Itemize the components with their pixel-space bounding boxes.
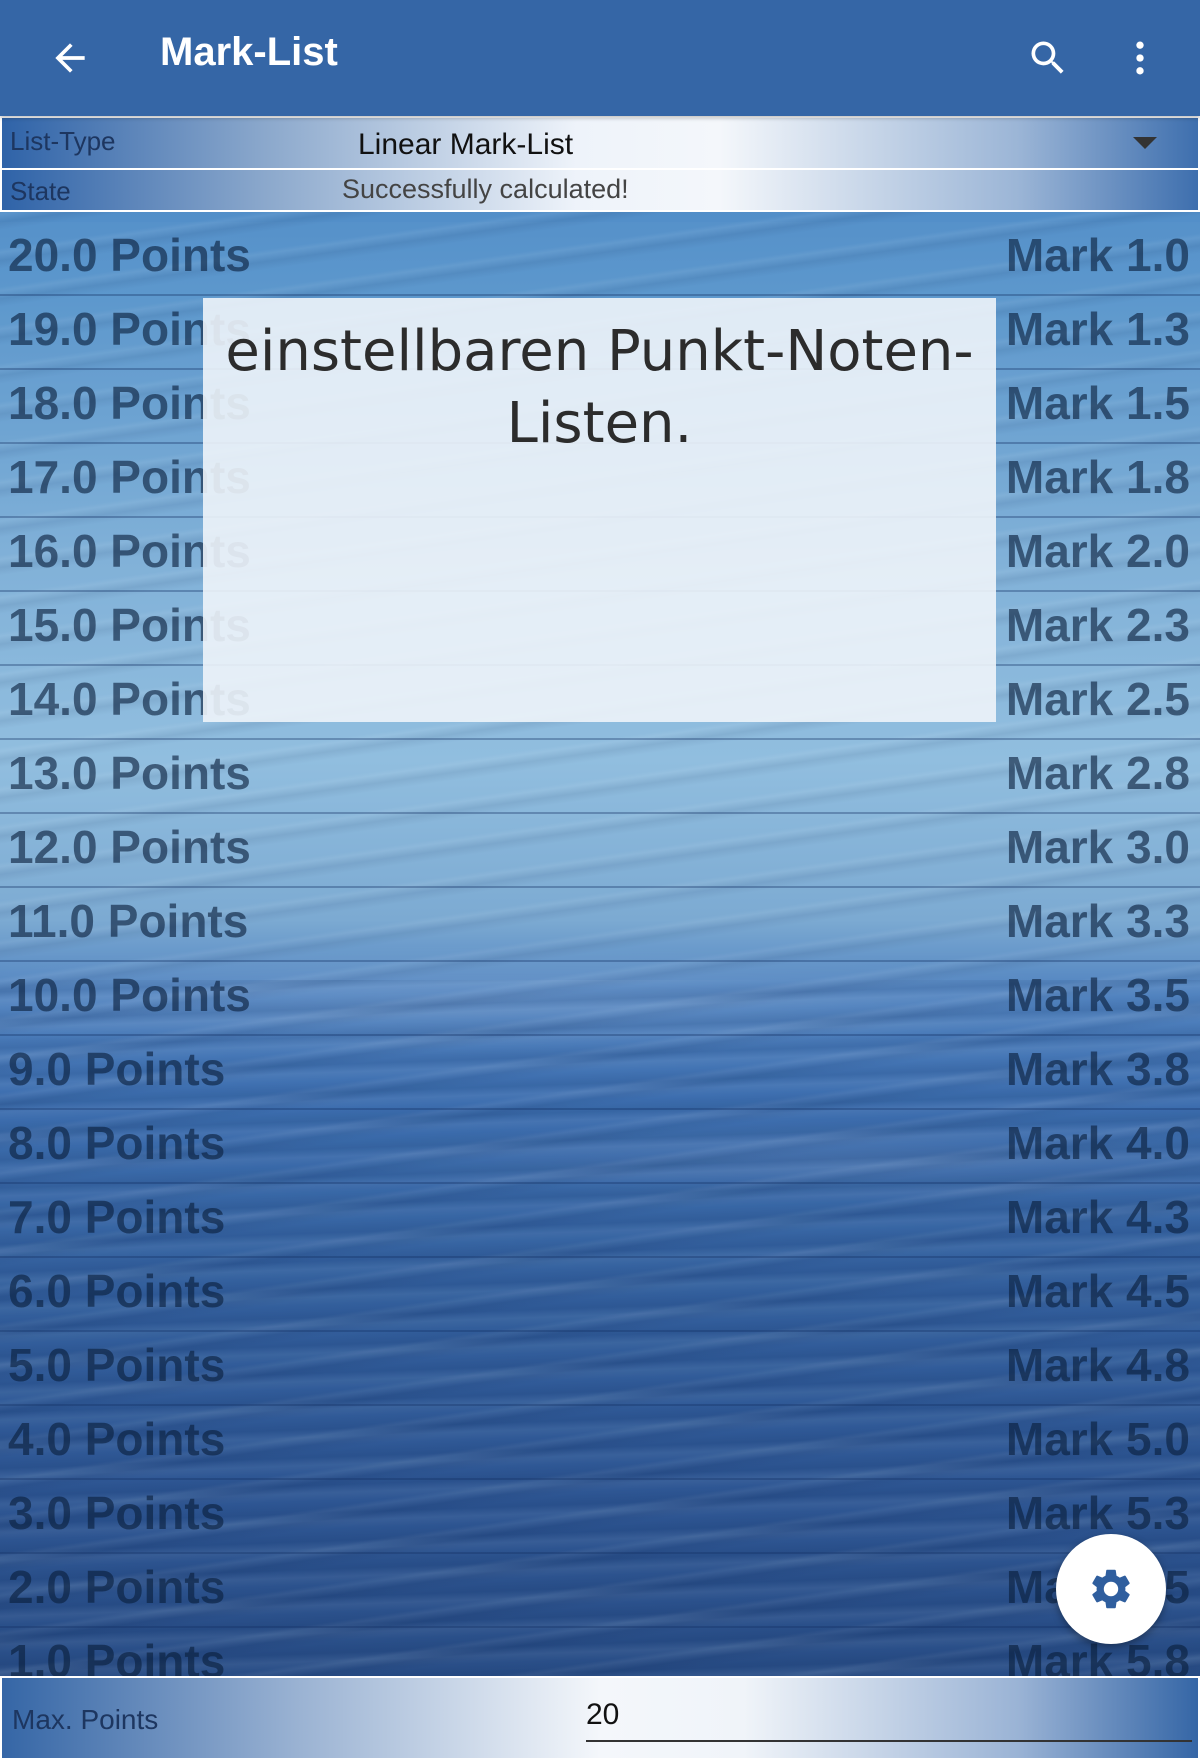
points-label: 5.0 Points xyxy=(8,1339,226,1391)
settings-fab[interactable] xyxy=(1056,1534,1166,1644)
mark-row[interactable]: 12.0 Points Mark 3.0 xyxy=(0,814,1200,888)
mark-row[interactable]: 4.0 Points Mark 5.0 xyxy=(0,1406,1200,1480)
page-title: Mark-List xyxy=(160,30,338,74)
mark-label: Mark 4.5 xyxy=(1005,1265,1190,1317)
max-points-input[interactable]: 20 xyxy=(586,1692,1192,1742)
overflow-menu-button[interactable] xyxy=(1104,22,1176,94)
mark-label: Mark 3.0 xyxy=(1005,821,1190,873)
mark-label: Mark 4.8 xyxy=(1005,1339,1190,1391)
points-label: 11.0 Points xyxy=(8,895,249,947)
mark-label: Mark 3.5 xyxy=(1005,969,1190,1021)
state-value: Successfully calculated! xyxy=(342,174,629,204)
footer-panel: Max. Points 20 xyxy=(0,1676,1200,1760)
points-label: 4.0 Points xyxy=(8,1413,226,1465)
points-label: 12.0 Points xyxy=(8,821,251,873)
info-overlay-text: einstellbaren Punkt-Noten-Listen. xyxy=(225,319,974,456)
dropdown-arrow-icon[interactable] xyxy=(1132,136,1158,150)
mark-label: Mark 2.5 xyxy=(1005,673,1190,725)
more-vert-icon xyxy=(1136,41,1144,75)
mark-row[interactable]: 8.0 Points Mark 4.0 xyxy=(0,1110,1200,1184)
mark-label: Mark 4.3 xyxy=(1005,1191,1190,1243)
app-bar: Mark-List xyxy=(0,0,1200,116)
mark-label: Mark 1.8 xyxy=(1005,451,1190,503)
mark-row[interactable]: 5.0 Points Mark 4.8 xyxy=(0,1332,1200,1406)
mark-label: Mark 2.8 xyxy=(1005,747,1190,799)
max-points-label: Max. Points xyxy=(12,1704,159,1735)
mark-label: Mark 2.0 xyxy=(1005,525,1190,577)
points-label: 3.0 Points xyxy=(8,1487,226,1539)
arrow-left-icon xyxy=(55,43,85,73)
points-label: 7.0 Points xyxy=(8,1191,226,1243)
mark-row[interactable]: 6.0 Points Mark 4.5 xyxy=(0,1258,1200,1332)
settings-panel: List-Type Linear Mark-List State Success… xyxy=(0,116,1200,212)
mark-row[interactable]: 3.0 Points Mark 5.3 xyxy=(0,1480,1200,1554)
points-label: 8.0 Points xyxy=(8,1117,226,1169)
mark-label: Mark 4.0 xyxy=(1005,1117,1190,1169)
mark-row[interactable]: 20.0 Points Mark 1.0 xyxy=(0,222,1200,296)
points-label: 9.0 Points xyxy=(8,1043,226,1095)
points-label: 10.0 Points xyxy=(8,969,251,1021)
mark-row[interactable]: 2.0 PointsMark 5.5 xyxy=(0,1554,1200,1628)
mark-label: Mark 5.0 xyxy=(1005,1413,1190,1465)
mark-label: Mark 3.3 xyxy=(1005,895,1190,947)
mark-row[interactable]: 9.0 Points Mark 3.8 xyxy=(0,1036,1200,1110)
search-icon xyxy=(1031,41,1064,74)
gear-icon xyxy=(1092,1569,1130,1609)
state-row: State Successfully calculated! xyxy=(2,170,1198,212)
search-button[interactable] xyxy=(1012,22,1084,94)
mark-row[interactable]: 7.0 Points Mark 4.3 xyxy=(0,1184,1200,1258)
back-button[interactable] xyxy=(34,22,106,94)
mark-label: Mark 1.0 xyxy=(1005,229,1190,281)
points-label: 2.0 Points xyxy=(8,1561,226,1613)
list-type-label: List-Type xyxy=(10,126,116,156)
mark-row[interactable]: 13.0 Points Mark 2.8 xyxy=(0,740,1200,814)
info-overlay: einstellbaren Punkt-Noten-Listen. xyxy=(203,298,996,722)
state-label: State xyxy=(10,176,71,206)
mark-label: Mark 1.3 xyxy=(1005,303,1190,355)
mark-label: Mark 3.8 xyxy=(1005,1043,1190,1095)
mark-row[interactable]: 10.0 Points Mark 3.5 xyxy=(0,962,1200,1036)
mark-label: Mark 2.3 xyxy=(1005,599,1190,651)
mark-label: Mark 5.3 xyxy=(1005,1487,1190,1539)
list-type-row[interactable]: List-Type Linear Mark-List xyxy=(2,118,1198,170)
list-type-dropdown[interactable]: Linear Mark-List xyxy=(358,128,573,162)
points-label: 6.0 Points xyxy=(8,1265,226,1317)
points-label: 20.0 Points xyxy=(8,229,251,281)
points-label: 13.0 Points xyxy=(8,747,251,799)
mark-label: Mark 1.5 xyxy=(1005,377,1190,429)
mark-row[interactable]: 11.0 Points Mark 3.3 xyxy=(0,888,1200,962)
